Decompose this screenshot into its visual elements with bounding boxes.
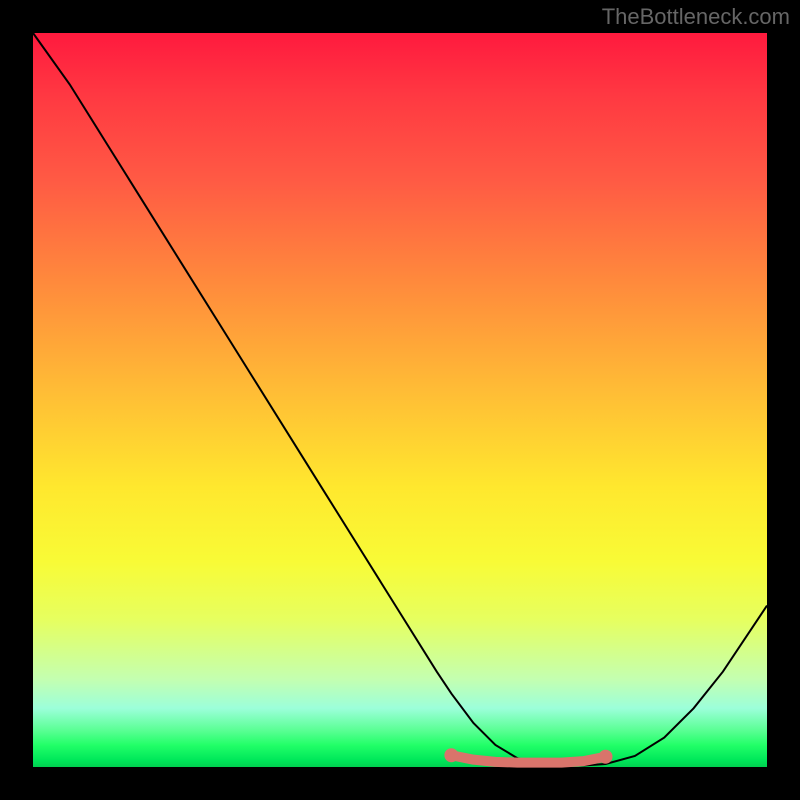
attribution-label: TheBottleneck.com <box>602 4 790 30</box>
optimal-band <box>451 755 605 762</box>
plot-area <box>33 33 767 767</box>
chart-container: TheBottleneck.com <box>0 0 800 800</box>
bottleneck-curve <box>33 33 767 766</box>
optimal-band-start <box>444 748 458 762</box>
optimal-band-end <box>599 750 613 764</box>
curve-layer <box>33 33 767 767</box>
